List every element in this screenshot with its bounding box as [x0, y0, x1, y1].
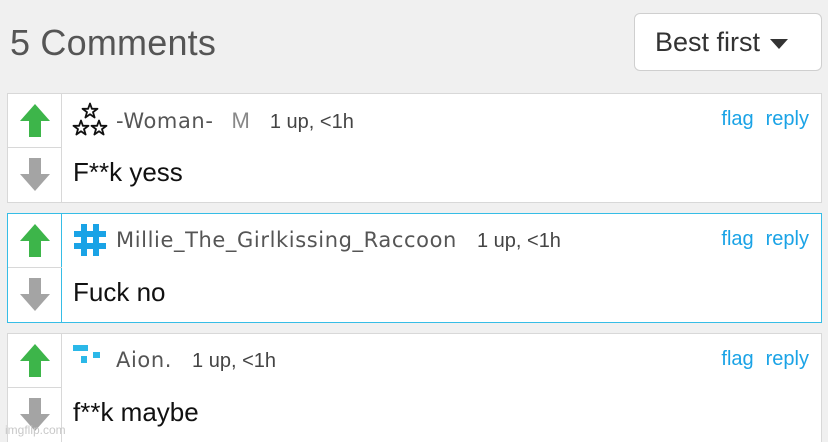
username[interactable]: Aion. [116, 348, 172, 372]
reply-link[interactable]: reply [766, 348, 809, 371]
comment: -Woman- M 1 up, <1h flag reply F**k yess [7, 93, 822, 203]
comment: Aion. 1 up, <1h flag reply f**k maybe [7, 333, 822, 442]
downvote-arrow-icon [20, 158, 50, 192]
pixel-blocks-icon[interactable] [72, 342, 108, 378]
downvote-button[interactable] [8, 148, 62, 202]
comment-text: f**k maybe [73, 397, 199, 427]
upvote-button[interactable] [8, 214, 62, 268]
comment-text: F**k yess [73, 157, 183, 187]
sort-dropdown[interactable]: Best first [634, 13, 822, 71]
comments-count-title: 5 Comments [10, 22, 217, 63]
comment-actions: flag reply [721, 348, 809, 371]
hashtag-icon[interactable] [72, 222, 108, 258]
upvote-button[interactable] [8, 334, 62, 388]
comment-points: 1 up, <1h [192, 350, 277, 372]
upvote-arrow-icon [20, 103, 50, 138]
vote-column [8, 94, 62, 202]
comment-actions: flag reply [721, 228, 809, 251]
caret-down-icon [770, 38, 789, 49]
flag-link[interactable]: flag [721, 348, 753, 371]
comment-actions: flag reply [721, 108, 809, 131]
downvote-arrow-icon [20, 278, 50, 312]
comment: Millie_The_Girlkissing_Raccoon 1 up, <1h… [7, 213, 822, 323]
stars-icon[interactable] [72, 102, 108, 138]
comment-meta: Aion. 1 up, <1h [116, 348, 276, 373]
comment-points: 1 up, <1h [269, 111, 354, 133]
downvote-button[interactable] [8, 268, 62, 322]
username[interactable]: -Woman- [116, 109, 214, 133]
mod-badge: M [231, 108, 250, 133]
comment-meta: Millie_The_Girlkissing_Raccoon 1 up, <1h [116, 228, 561, 253]
username[interactable]: Millie_The_Girlkissing_Raccoon [116, 228, 457, 252]
reply-link[interactable]: reply [766, 108, 809, 131]
flag-link[interactable]: flag [721, 228, 753, 251]
flag-link[interactable]: flag [721, 108, 753, 131]
watermark: imgflip.com [5, 423, 66, 437]
comment-points: 1 up, <1h [476, 230, 561, 252]
upvote-arrow-icon [20, 223, 50, 258]
vote-column [8, 214, 62, 322]
comment-text: Fuck no [73, 277, 166, 307]
reply-link[interactable]: reply [766, 228, 809, 251]
upvote-button[interactable] [8, 94, 62, 148]
upvote-arrow-icon [20, 343, 50, 378]
comment-meta: -Woman- M 1 up, <1h [116, 108, 354, 134]
sort-selected-label: Best first [655, 26, 761, 57]
